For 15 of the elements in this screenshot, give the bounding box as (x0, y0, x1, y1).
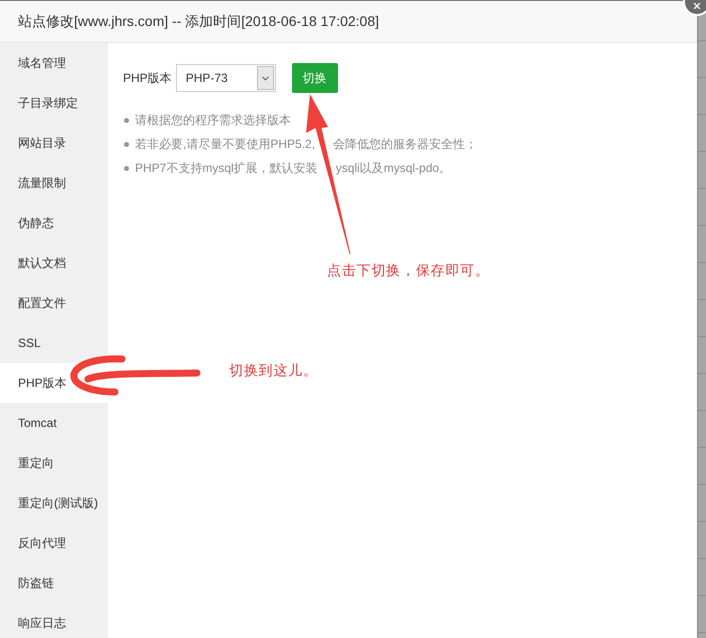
note-text: 若非必要,请尽量不要使用PHP5.2, (135, 136, 316, 152)
note-text: 会降低您的服务器安全性； (333, 136, 478, 152)
dialog-title: 站点修改[www.jhrs.com] -- 添加时间[2018-06-18 17:02:08] (18, 12, 380, 31)
bullet-icon (124, 166, 129, 170)
note-text: PHP7不支持mysql扩展，默认安装 (135, 160, 318, 176)
bullet-icon (124, 142, 129, 146)
annotation-text: 切换到这儿。 (229, 361, 318, 380)
version-select[interactable]: PHP-73 (176, 64, 276, 92)
field-label: PHP版本 (123, 70, 172, 87)
chevron-down-icon (256, 66, 274, 90)
bullet-icon (124, 118, 129, 122)
note-text: 请根据您的程序需求选择版本 (135, 112, 291, 128)
annotation-text: 点击下切换，保存即可。 (327, 261, 490, 280)
close-icon (692, 1, 702, 11)
note-text: ysqli以及mysql-pdo。 (336, 160, 452, 176)
